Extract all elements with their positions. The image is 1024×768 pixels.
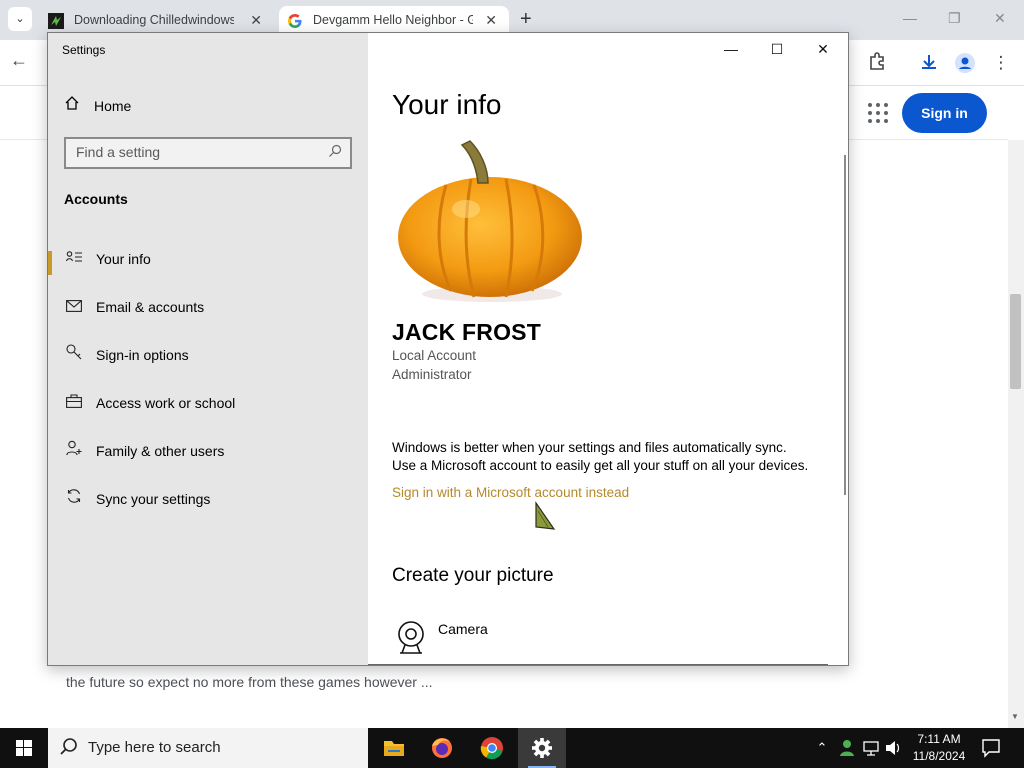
key-icon (64, 335, 84, 375)
camera-label: Camera (438, 621, 488, 637)
download-icon[interactable] (918, 52, 940, 74)
sidebar-item-access-work[interactable]: Access work or school (48, 383, 368, 423)
create-picture-heading: Create your picture (392, 565, 554, 586)
scroll-down-arrow-icon[interactable]: ▼ (1011, 712, 1019, 721)
volume-icon[interactable] (882, 728, 904, 768)
sidebar-item-label: Your info (96, 251, 151, 267)
sidebar-item-sync-settings[interactable]: Sync your settings (48, 479, 368, 519)
home-link[interactable]: Home (64, 95, 131, 114)
windows-logo-icon (16, 740, 32, 756)
minimize-icon[interactable]: — (708, 33, 754, 65)
home-label: Home (94, 98, 132, 114)
more-menu-icon[interactable]: ⋮ (990, 52, 1012, 74)
sidebar-item-label: Access work or school (96, 395, 236, 411)
search-icon[interactable] (328, 144, 342, 161)
window-title: Settings (62, 43, 106, 57)
sidebar-item-family-users[interactable]: Family & other users (48, 431, 368, 471)
firefox-icon[interactable] (418, 728, 466, 768)
sidebar-item-label: Family & other users (96, 443, 225, 459)
sidebar-item-label: Email & accounts (96, 299, 205, 315)
taskbar-search-input[interactable]: Type here to search (48, 728, 368, 768)
tab-search-button[interactable]: ⌄ (8, 7, 32, 31)
restore-icon[interactable]: ❐ (948, 10, 961, 27)
user-name: JACK FROST (392, 319, 541, 345)
system-clock[interactable]: 7:11 AM 11/8/2024 (906, 731, 972, 765)
avatar (398, 140, 582, 302)
back-arrow-icon[interactable]: ← (10, 50, 28, 71)
minimize-icon[interactable]: — (903, 10, 917, 26)
new-tab-button[interactable]: + (520, 9, 532, 29)
section-title: Accounts (64, 191, 128, 207)
sync-text-line-2: Use a Microsoft account to easily get al… (392, 458, 809, 473)
close-icon[interactable]: ✕ (800, 33, 846, 65)
network-icon[interactable] (860, 728, 882, 768)
taskbar: Type here to search ⌃ 7:11 AM 11/8/2024 (0, 728, 1024, 768)
sync-description: Windows is better when your settings and… (392, 439, 842, 475)
clock-time: 7:11 AM (917, 732, 961, 746)
page-title: Your info (392, 89, 502, 120)
start-button[interactable] (0, 728, 48, 768)
window-controls: — ☐ ✕ (708, 33, 848, 65)
profile-icon[interactable] (954, 52, 976, 74)
briefcase-icon (64, 383, 84, 423)
sidebar-item-your-info[interactable]: Your info (48, 239, 368, 279)
account-type: Local Account (392, 348, 477, 363)
sync-icon (64, 479, 84, 519)
sidebar-item-label: Sync your settings (96, 491, 211, 507)
scroll-thumb[interactable] (1010, 294, 1021, 389)
sign-in-button[interactable]: Sign in (902, 93, 987, 133)
sidebar-item-email-accounts[interactable]: Email & accounts (48, 287, 368, 327)
chevron-up-icon[interactable]: ⌃ (812, 728, 832, 768)
search-icon (60, 728, 78, 768)
find-setting-placeholder: Find a setting (76, 144, 161, 160)
settings-window: Settings Home Find a setting Accounts Yo… (47, 32, 849, 666)
microsoft-signin-link[interactable]: Sign in with a Microsoft account instead (392, 485, 629, 500)
camera-option[interactable]: Camera (392, 617, 592, 657)
sidebar-item-sign-in-options[interactable]: Sign-in options (48, 335, 368, 375)
gear-icon (532, 738, 552, 758)
settings-main: Your info JACK FROST Local Account Admin… (368, 33, 848, 665)
sync-text-line-1: Windows is better when your settings and… (392, 440, 787, 455)
google-icon (288, 14, 302, 28)
tab-title: Downloading Chilledwindows.e (74, 13, 234, 27)
close-icon[interactable]: ✕ (250, 6, 262, 34)
account-role: Administrator (392, 367, 472, 382)
chrome-icon[interactable] (468, 728, 516, 768)
find-setting-input[interactable]: Find a setting (64, 137, 352, 169)
sidebar-item-label: Sign-in options (96, 347, 189, 363)
extensions-icon[interactable] (866, 52, 888, 74)
your-info-icon (64, 239, 84, 279)
settings-scrollbar[interactable] (844, 155, 846, 495)
clock-date: 11/8/2024 (912, 749, 966, 763)
settings-sidebar: Settings Home Find a setting Accounts Yo… (48, 33, 368, 665)
search-result-snippet: the future so expect no more from these … (66, 674, 433, 690)
camera-icon (398, 621, 424, 654)
divider (368, 664, 828, 665)
settings-app-icon[interactable] (518, 728, 566, 768)
file-explorer-icon[interactable] (370, 728, 418, 768)
taskbar-search-placeholder: Type here to search (88, 739, 221, 756)
close-icon[interactable]: ✕ (485, 6, 497, 34)
mouse-cursor-icon (535, 501, 556, 530)
tab-title: Devgamm Hello Neighbor - Go (313, 13, 473, 27)
user-tray-icon[interactable] (836, 728, 858, 768)
mail-icon (64, 287, 84, 327)
notification-icon[interactable] (980, 737, 1002, 759)
home-icon (64, 95, 82, 114)
apps-grid-icon[interactable] (868, 103, 888, 123)
maximize-icon[interactable]: ☐ (754, 33, 800, 65)
person-add-icon (64, 431, 84, 471)
page-scrollbar[interactable]: ▼ (1008, 140, 1024, 728)
download-icon (48, 13, 64, 29)
close-icon[interactable]: ✕ (994, 10, 1006, 27)
